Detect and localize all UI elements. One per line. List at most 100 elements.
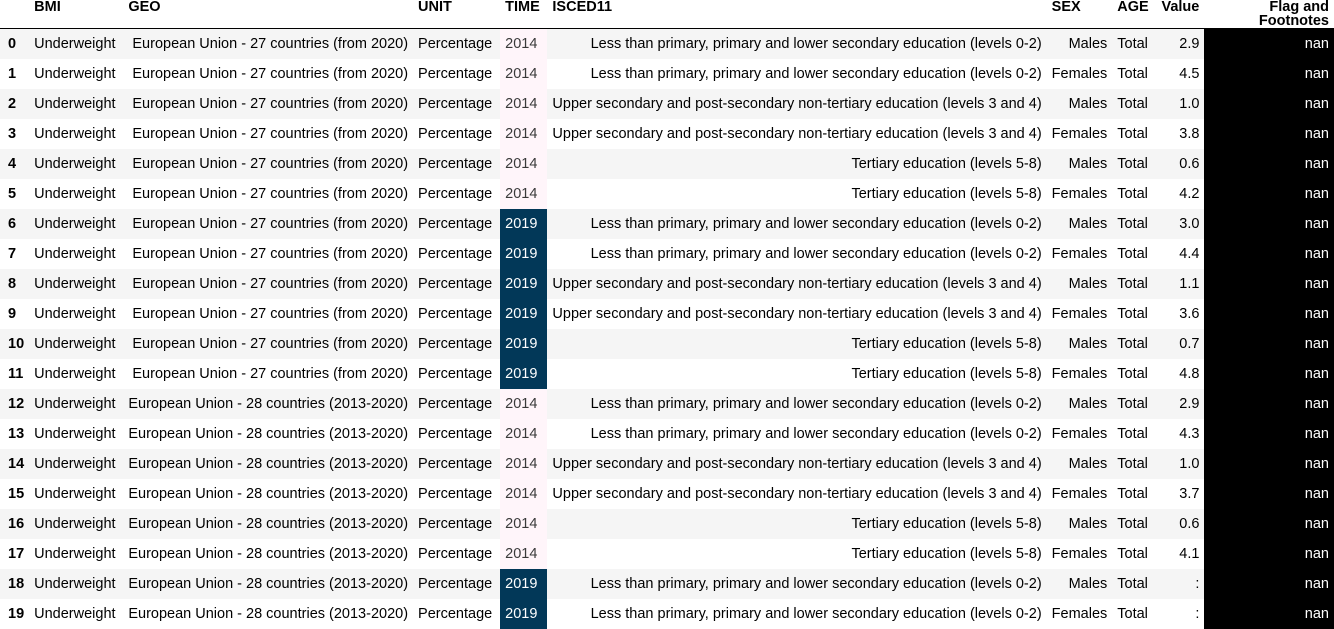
- cell-value: 3.7: [1179, 486, 1200, 502]
- cell-value: 1.1: [1179, 276, 1200, 292]
- cell-geo: European Union - 27 countries (from 2020…: [132, 366, 409, 382]
- cell-bmi: Underweight: [34, 66, 116, 82]
- cell-bmi: Underweight: [34, 486, 116, 502]
- row-index: 17: [8, 546, 25, 562]
- cell-time: 2019: [500, 299, 548, 329]
- row-index: 11: [8, 366, 24, 382]
- cell-time: 2014: [500, 389, 548, 419]
- cell-flag: nan: [1204, 299, 1334, 329]
- cell-isced: Tertiary education (levels 5-8): [851, 366, 1042, 382]
- cell-geo: European Union - 28 countries (2013-2020…: [128, 486, 409, 502]
- cell-bmi: Underweight: [34, 606, 116, 622]
- cell-flag: nan: [1204, 59, 1334, 89]
- col-header-geo: GEO: [128, 0, 161, 15]
- cell-flag: nan: [1204, 449, 1334, 479]
- table-row: 5 Underweight European Union - 27 countrie…: [0, 179, 1334, 209]
- cell-unit: Percentage: [418, 186, 493, 202]
- cell-age: Total: [1117, 216, 1148, 232]
- cell-time: 2019: [500, 239, 548, 269]
- cell-sex: Males: [1068, 216, 1108, 232]
- col-header-sex: SEX: [1051, 0, 1081, 15]
- cell-age: Total: [1117, 426, 1148, 442]
- cell-flag: nan: [1204, 149, 1334, 179]
- cell-unit: Percentage: [418, 456, 493, 472]
- cell-sex: Males: [1068, 156, 1108, 172]
- cell-isced: Upper secondary and post-secondary non-t…: [552, 96, 1042, 112]
- cell-unit: Percentage: [418, 216, 493, 232]
- row-index: 0: [8, 36, 17, 52]
- cell-bmi: Underweight: [34, 306, 116, 322]
- col-header-age: AGE: [1117, 0, 1149, 15]
- cell-sex: Males: [1068, 336, 1108, 352]
- cell-value: 4.1: [1179, 546, 1200, 562]
- row-index: 16: [8, 516, 25, 532]
- cell-age: Total: [1117, 606, 1148, 622]
- cell-bmi: Underweight: [34, 336, 116, 352]
- cell-bmi: Underweight: [34, 546, 116, 562]
- cell-geo: European Union - 28 countries (2013-2020…: [128, 516, 409, 532]
- cell-isced: Less than primary, primary and lower sec…: [590, 216, 1042, 232]
- row-index: 2: [8, 96, 17, 112]
- cell-unit: Percentage: [418, 96, 493, 112]
- cell-sex: Males: [1068, 396, 1108, 412]
- cell-value: 0.7: [1179, 336, 1200, 352]
- row-index: 6: [8, 216, 17, 232]
- cell-sex: Females: [1051, 366, 1108, 382]
- cell-bmi: Underweight: [34, 426, 116, 442]
- table-row: 4 Underweight European Union - 27 countrie…: [0, 149, 1334, 179]
- cell-isced: Less than primary, primary and lower sec…: [590, 576, 1042, 592]
- cell-isced: Upper secondary and post-secondary non-t…: [552, 486, 1042, 502]
- cell-geo: European Union - 27 countries (from 2020…: [132, 246, 409, 262]
- cell-isced: Less than primary, primary and lower sec…: [590, 426, 1042, 442]
- cell-sex: Females: [1051, 306, 1108, 322]
- cell-time: 2019: [500, 209, 548, 239]
- cell-value: 4.8: [1179, 366, 1200, 382]
- cell-value: 1.0: [1179, 96, 1200, 112]
- cell-geo: European Union - 27 countries (from 2020…: [132, 36, 409, 52]
- cell-value: :: [1195, 606, 1200, 622]
- table-row: 10 Underweight European Union - 27 countri…: [0, 329, 1334, 359]
- cell-flag: nan: [1204, 599, 1334, 629]
- cell-isced: Upper secondary and post-secondary non-t…: [552, 306, 1042, 322]
- cell-age: Total: [1117, 516, 1148, 532]
- cell-flag: nan: [1204, 119, 1334, 149]
- cell-sex: Females: [1051, 186, 1108, 202]
- row-index: 13: [8, 426, 25, 442]
- cell-age: Total: [1117, 456, 1148, 472]
- cell-isced: Upper secondary and post-secondary non-t…: [552, 456, 1042, 472]
- cell-sex: Males: [1068, 456, 1108, 472]
- cell-value: 3.8: [1179, 126, 1200, 142]
- table-row: 3 Underweight European Union - 27 countrie…: [0, 119, 1334, 149]
- cell-flag: nan: [1204, 239, 1334, 269]
- cell-geo: European Union - 28 countries (2013-2020…: [128, 456, 409, 472]
- cell-geo: European Union - 27 countries (from 2020…: [132, 96, 409, 112]
- header-row: BMI GEO UNIT TIME ISCED11 SEX AGE Value …: [0, 0, 1334, 29]
- cell-time: 2019: [500, 599, 548, 629]
- row-index: 10: [8, 336, 25, 352]
- cell-age: Total: [1117, 336, 1148, 352]
- cell-time: 2014: [500, 419, 548, 449]
- cell-bmi: Underweight: [34, 216, 116, 232]
- cell-time: 2014: [500, 149, 548, 179]
- table-row: 14 Underweight European Union - 28 countri…: [0, 449, 1334, 479]
- cell-isced: Less than primary, primary and lower sec…: [590, 66, 1042, 82]
- row-index: 3: [8, 126, 17, 142]
- cell-sex: Females: [1051, 606, 1108, 622]
- data-table: BMI GEO UNIT TIME ISCED11 SEX AGE Value …: [0, 0, 1334, 629]
- cell-flag: nan: [1204, 419, 1334, 449]
- cell-time: 2014: [500, 539, 548, 569]
- cell-age: Total: [1117, 276, 1148, 292]
- cell-age: Total: [1117, 246, 1148, 262]
- cell-geo: European Union - 27 countries (from 2020…: [132, 156, 409, 172]
- table-row: 8 Underweight European Union - 27 countrie…: [0, 269, 1334, 299]
- cell-time: 2014: [500, 449, 548, 479]
- cell-sex: Males: [1068, 36, 1108, 52]
- cell-value: 4.5: [1179, 66, 1200, 82]
- row-index: 18: [8, 576, 25, 592]
- cell-unit: Percentage: [418, 516, 493, 532]
- row-index: 9: [8, 306, 17, 322]
- cell-unit: Percentage: [418, 36, 493, 52]
- col-header-index: [0, 0, 29, 29]
- cell-age: Total: [1117, 186, 1148, 202]
- cell-age: Total: [1117, 546, 1148, 562]
